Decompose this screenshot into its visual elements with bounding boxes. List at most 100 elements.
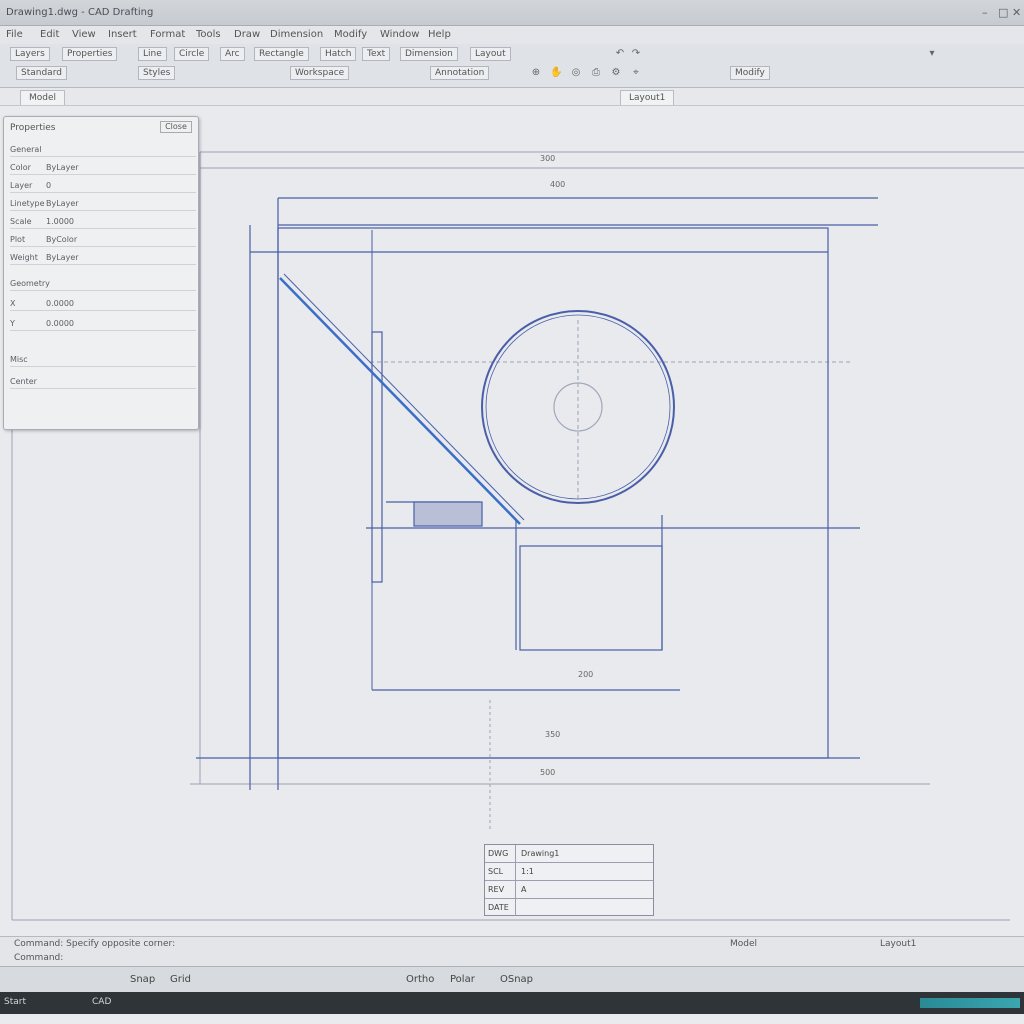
property-row[interactable]: Weight ByLayer (10, 251, 196, 265)
ortho-toggle[interactable]: Ortho (406, 974, 434, 985)
diagonal-arm-edge (283, 273, 525, 521)
dim-label-top: 400 (550, 180, 566, 189)
menu-window[interactable]: Window (380, 29, 419, 40)
status-bar: Snap Grid Ortho Polar OSnap (0, 966, 1024, 992)
tab-layout1[interactable]: Layout1 (620, 90, 675, 105)
grid-toggle[interactable]: Grid (170, 974, 191, 985)
menu-format[interactable]: Format (150, 29, 185, 40)
menu-draw[interactable]: Draw (234, 29, 260, 40)
polar-toggle[interactable]: Polar (450, 974, 475, 985)
taskbar-app[interactable]: CAD (92, 997, 111, 1007)
command-coords: Model (730, 939, 758, 949)
taskbar: Start CAD (0, 992, 1024, 1014)
annotation-button[interactable]: Annotation (430, 66, 490, 80)
property-value: 0.0000 (46, 299, 74, 308)
title-block-row: SCL 1:1 (485, 863, 653, 881)
panel-close-button[interactable]: Close (160, 121, 192, 133)
system-tray[interactable] (920, 998, 1020, 1008)
hatch-block (413, 501, 483, 527)
measure-icon[interactable]: ⌖ (630, 67, 642, 79)
property-key: Linetype (10, 199, 45, 208)
property-row[interactable]: Geometry (10, 277, 196, 291)
property-row[interactable]: Misc (10, 353, 196, 367)
property-row[interactable]: Scale 1.0000 (10, 215, 196, 229)
styles-button[interactable]: Styles (138, 66, 176, 80)
arc-button[interactable]: Arc (220, 47, 245, 61)
property-key: Plot (10, 235, 26, 244)
dropdown-icon[interactable]: ▾ (926, 48, 938, 60)
command-history: Command: Specify opposite corner: (14, 939, 176, 949)
command-prompt[interactable]: Command: (14, 953, 63, 963)
property-key: General (10, 145, 42, 154)
command-line[interactable]: Command: Specify opposite corner: Comman… (0, 936, 1024, 966)
property-key: X (10, 299, 16, 308)
zoom-icon[interactable]: ⊕ (530, 67, 542, 79)
settings-icon[interactable]: ⚙ (610, 67, 622, 79)
property-key: Color (10, 163, 31, 172)
property-row[interactable]: Y 0.0000 (10, 317, 196, 331)
orbit-icon[interactable]: ◎ (570, 67, 582, 79)
close-button[interactable]: ✕ (1012, 6, 1021, 19)
property-row[interactable]: Center (10, 375, 196, 389)
standard-button[interactable]: Standard (16, 66, 67, 80)
title-block-row: DWG Drawing1 (485, 845, 653, 863)
window-title: Drawing1.dwg - CAD Drafting (6, 7, 154, 18)
menu-edit[interactable]: Edit (40, 29, 59, 40)
menu-file[interactable]: File (6, 29, 23, 40)
pan-icon[interactable]: ✋ (550, 67, 562, 79)
print-icon[interactable]: ⎙ (590, 67, 602, 79)
dim-label-upper: 300 (540, 154, 556, 163)
property-key: Geometry (10, 279, 50, 288)
title-block-key: DWG (488, 845, 516, 862)
property-key: Misc (10, 355, 28, 364)
circle-button[interactable]: Circle (174, 47, 210, 61)
property-row[interactable]: Layer 0 (10, 179, 196, 193)
layout-button[interactable]: Layout (470, 47, 511, 61)
property-row[interactable]: X 0.0000 (10, 297, 196, 311)
dimension-button[interactable]: Dimension (400, 47, 458, 61)
property-value: ByLayer (46, 253, 79, 262)
title-block-key: REV (488, 881, 516, 898)
property-row[interactable]: Linetype ByLayer (10, 197, 196, 211)
diagonal-arm (279, 277, 521, 525)
menu-insert[interactable]: Insert (108, 29, 137, 40)
snap-toggle[interactable]: Snap (130, 974, 155, 985)
menu-dimension[interactable]: Dimension (270, 29, 323, 40)
property-row[interactable]: Plot ByColor (10, 233, 196, 247)
hatch-button[interactable]: Hatch (320, 47, 357, 61)
property-value: ByLayer (46, 199, 79, 208)
properties-button[interactable]: Properties (62, 47, 118, 61)
menu-help[interactable]: Help (428, 29, 451, 40)
start-button[interactable]: Start (4, 997, 26, 1007)
title-block: DWG Drawing1 SCL 1:1 REV A DATE (484, 844, 654, 916)
workspace-button[interactable]: Workspace (290, 66, 350, 80)
title-block-row: DATE (485, 899, 653, 917)
line-button[interactable]: Line (138, 47, 167, 61)
title-block-row: REV A (485, 881, 653, 899)
property-value: 0 (46, 181, 52, 190)
menu-view[interactable]: View (72, 29, 96, 40)
redo-icon[interactable]: ↷ (630, 48, 642, 60)
property-key: Layer (10, 181, 33, 190)
rectangle-button[interactable]: Rectangle (254, 47, 309, 61)
property-row[interactable]: Color ByLayer (10, 161, 196, 175)
text-button[interactable]: Text (362, 47, 391, 61)
property-value: 0.0000 (46, 319, 74, 328)
tab-model[interactable]: Model (20, 90, 66, 105)
minimize-button[interactable]: – (982, 6, 988, 19)
layout-tabs: Model Layout1 (0, 88, 1024, 106)
outer-frame (277, 227, 829, 759)
property-value: ByColor (46, 235, 78, 244)
modify-button[interactable]: Modify (730, 66, 770, 80)
property-value: ByLayer (46, 163, 79, 172)
undo-icon[interactable]: ↶ (614, 48, 626, 60)
maximize-button[interactable]: □ (998, 6, 1008, 19)
osnap-toggle[interactable]: OSnap (500, 974, 533, 985)
property-key: Y (10, 319, 15, 328)
title-block-value: A (521, 885, 527, 894)
menu-modify[interactable]: Modify (334, 29, 367, 40)
layers-button[interactable]: Layers (10, 47, 50, 61)
property-row[interactable]: General (10, 143, 196, 157)
lower-box (519, 545, 663, 651)
menu-tools[interactable]: Tools (196, 29, 221, 40)
